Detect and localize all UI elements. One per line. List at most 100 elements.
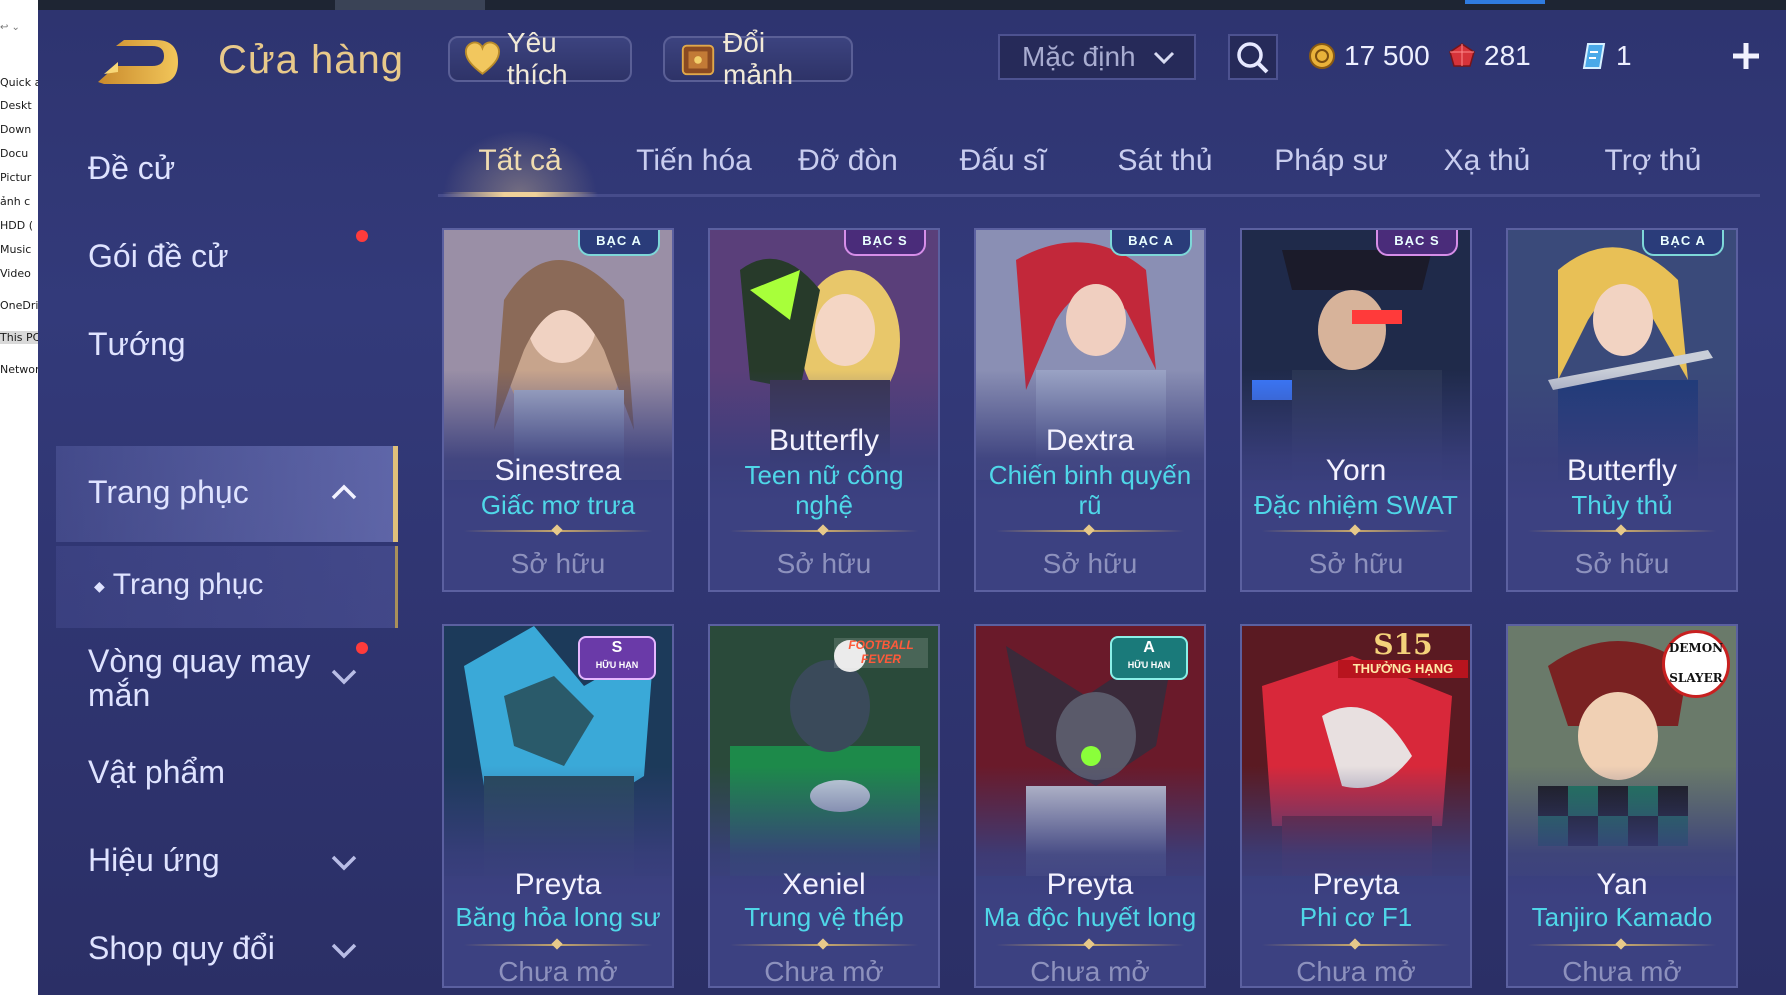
shop-sidebar: Đề cử Gói đề cử Tướng Trang phục ◆ Trang … (38, 100, 418, 995)
skin-card[interactable]: DEMON SLAYER Yan Tanjiro Kamado Chưa mở (1506, 624, 1738, 988)
subitem-label: Trang phục (112, 568, 264, 601)
rarity-badge: BẠC S (844, 230, 926, 256)
badge-subtitle: HỮU HẠN (595, 660, 639, 670)
sidebar-item-recommended[interactable]: Đề cử (88, 150, 175, 187)
rarity-badge: BẠC A (1110, 230, 1192, 256)
taskbar-active-tab[interactable] (1465, 0, 1545, 4)
tab-mage[interactable]: Pháp sư (1266, 144, 1396, 178)
skin-card[interactable]: BẠC A Butterfly Thủy thủ Sở hữu (1506, 228, 1738, 592)
ownership-status: Sở hữu (1308, 548, 1404, 579)
explorer-item[interactable]: Video (0, 267, 31, 280)
chevron-down-icon[interactable] (330, 852, 358, 872)
tab-support[interactable]: Trợ thủ (1588, 144, 1718, 178)
explorer-item[interactable]: HDD ( (0, 219, 33, 232)
hero-name: Xeniel (782, 868, 866, 901)
tabs-divider (438, 194, 1760, 197)
sidebar-item-items[interactable]: Vật phẩm (88, 754, 225, 791)
notification-dot (356, 642, 368, 654)
skin-card[interactable]: BẠC S Yorn Đặc nhiệm SWAT Sở hữu (1240, 228, 1472, 592)
skin-name: Đặc nhiệm SWAT (1254, 490, 1458, 520)
ownership-status: Chưa mở (1296, 956, 1416, 987)
tab-assassin[interactable]: Sát thủ (1100, 144, 1230, 178)
hero-name: Dextra (1045, 424, 1135, 457)
skin-card[interactable]: BẠC S Butterfly Teen nữ công nghệ Sở hữu (708, 228, 940, 592)
exchange-shards-button[interactable]: Đổi mảnh (663, 27, 853, 90)
football-fever-badge: FOOTBALL FEVER (834, 638, 928, 668)
search-icon (1237, 42, 1269, 74)
tab-all[interactable]: Tất cả (442, 144, 598, 178)
sidebar-item-exchange-shop[interactable]: Shop quy đổi (88, 930, 275, 967)
explorer-item[interactable]: Down (0, 123, 31, 136)
chevron-up-icon[interactable] (330, 482, 358, 502)
hero-name: Preyta (1046, 868, 1134, 901)
skin-card[interactable]: S HỮU HẠN Preyta Băng hỏa long sư Chưa m… (442, 624, 674, 988)
skin-name: Ma độc huyết long (983, 902, 1197, 932)
sidebar-item-heroes[interactable]: Tướng (88, 326, 186, 363)
skin-card[interactable]: BẠC A Dextra Chiến binh quyến rũ Sở hữu (974, 228, 1206, 592)
skin-card[interactable]: S15 THƯỞNG HẠNG Preyta Phi cơ F1 Chưa mở (1240, 624, 1472, 988)
skin-card[interactable]: A HỮU HẠN Preyta Ma độc huyết long Chưa … (974, 624, 1206, 988)
voucher-ticket-icon (1582, 43, 1606, 69)
skin-name: Phi cơ F1 (1299, 902, 1413, 932)
ruby-gem-icon (1449, 43, 1475, 67)
explorer-item[interactable]: ảnh c (0, 195, 30, 208)
sidebar-item-effects[interactable]: Hiệu ứng (88, 842, 220, 879)
search-button[interactable] (1228, 34, 1278, 80)
explorer-item[interactable]: Music (0, 243, 31, 256)
sidebar-item-recommended-bundles[interactable]: Gói đề cử (88, 238, 229, 275)
explorer-item[interactable]: OneDri (0, 299, 38, 312)
hero-name: Butterfly (768, 424, 880, 457)
badge-season: S15 (1373, 628, 1433, 661)
explorer-item[interactable]: Networ (0, 363, 38, 376)
taskbar-tab[interactable] (335, 0, 485, 10)
chevron-down-icon[interactable] (330, 666, 358, 686)
chevron-down-icon[interactable] (330, 940, 358, 960)
limited-badge: S HỮU HẠN (578, 636, 656, 680)
badge-tier: S (611, 639, 623, 656)
explorer-nav-arrows[interactable]: ↩ ⌄ (0, 22, 38, 36)
skin-name: Thủy thủ (1571, 490, 1673, 520)
hero-name: Preyta (514, 868, 602, 901)
tab-tank[interactable]: Đỡ đòn (788, 144, 908, 178)
ownership-status: Chưa mở (498, 956, 618, 987)
ruby-amount: 281 (1484, 40, 1531, 71)
tab-evolution[interactable]: Tiến hóa (624, 144, 764, 178)
ruby-balance: 281 (1448, 40, 1531, 72)
sort-dropdown[interactable]: Mặc định (998, 34, 1196, 80)
sidebar-item-lucky-spin[interactable]: Vòng quay may mắn (88, 644, 318, 712)
ownership-status: Chưa mở (1562, 956, 1682, 987)
chest-icon (681, 44, 715, 76)
badge-tier: A (1143, 639, 1155, 656)
sort-selected-value: Mặc định (1022, 41, 1136, 72)
gold-balance: 17 500 (1308, 40, 1430, 72)
explorer-item[interactable]: Deskt (0, 99, 32, 112)
favorites-button[interactable]: Yêu thích (448, 27, 632, 90)
ownership-status: Chưa mở (764, 956, 884, 987)
notification-dot (356, 230, 368, 242)
skin-name: Trung vệ thép (744, 902, 904, 932)
game-shop-window: Cửa hàng Yêu thích Đổi mảnh Mặc định 17 … (38, 10, 1786, 995)
skin-card[interactable]: BẠC A Sinestrea Giấc mơ trưa Sở hữu (442, 228, 674, 592)
hero-name: Yan (1596, 868, 1648, 901)
limited-badge: A HỮU HẠN (1110, 636, 1188, 680)
rarity-badge: BẠC A (1642, 230, 1724, 256)
skin-name: Chiến binh quyến rũ (988, 460, 1192, 520)
rarity-badge: BẠC A (578, 230, 660, 256)
tab-marksman[interactable]: Xạ thủ (1432, 144, 1542, 178)
explorer-item[interactable]: Pictur (0, 171, 31, 184)
ownership-status: Sở hữu (510, 548, 606, 579)
back-arrow-icon[interactable] (94, 38, 182, 88)
sidebar-item-skins[interactable]: Trang phục (88, 474, 249, 511)
gold-coin-icon (1309, 43, 1335, 69)
tab-fighter[interactable]: Đấu sĩ (948, 144, 1058, 178)
explorer-item[interactable]: Docu (0, 147, 28, 160)
rarity-badge: BẠC S (1376, 230, 1458, 256)
sidebar-subitem-skins[interactable]: ◆ Trang phục (94, 568, 263, 602)
explorer-item-selected[interactable]: This PC (0, 331, 38, 344)
skin-card[interactable]: FOOTBALL FEVER Xeniel Trung vệ thép Chưa… (708, 624, 940, 988)
ownership-status: Sở hữu (1042, 548, 1138, 579)
plus-icon[interactable] (1730, 40, 1762, 72)
explorer-item[interactable]: Quick a (0, 76, 38, 89)
hero-name: Butterfly (1566, 454, 1678, 487)
hero-name: Sinestrea (494, 454, 622, 487)
